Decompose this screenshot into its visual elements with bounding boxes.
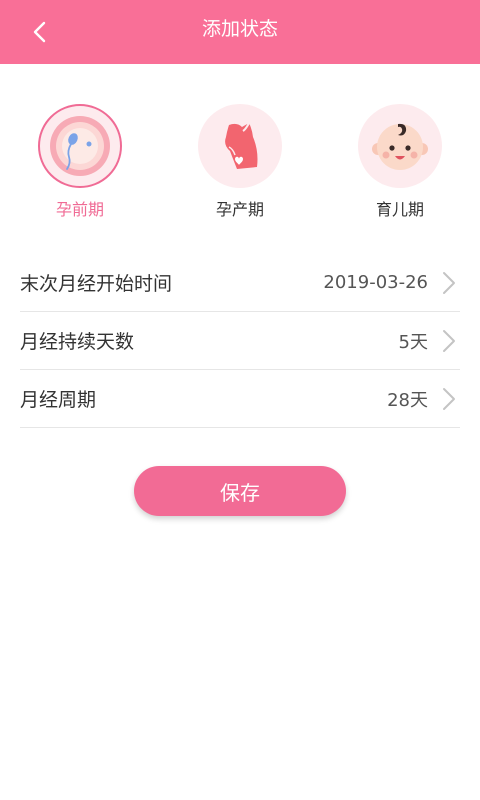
stage-circle (358, 104, 442, 188)
row-label: 月经周期 (20, 389, 97, 411)
row-label: 末次月经开始时间 (20, 273, 173, 295)
period-duration-row[interactable]: 月经持续天数 5天 (20, 312, 460, 370)
stage-circle (38, 104, 122, 188)
stage-label: 孕产期 (215, 200, 264, 219)
stage-pre-pregnancy[interactable]: 孕前期 (25, 104, 135, 220)
baby-face-icon (372, 123, 428, 170)
stage-selector: 孕前期 孕产期 育儿期 (0, 64, 480, 254)
stage-label: 育儿期 (375, 200, 424, 219)
chevron-right-icon (443, 272, 455, 294)
last-period-start-row[interactable]: 末次月经开始时间 2019-03-26 (20, 254, 460, 312)
save-button[interactable]: 保存 (134, 466, 346, 516)
egg-sperm-icon (50, 116, 110, 176)
chevron-left-icon (33, 21, 46, 43)
back-button[interactable] (22, 14, 58, 50)
chevron-right-icon (443, 388, 455, 410)
row-label: 月经持续天数 (20, 331, 135, 353)
page-title: 添加状态 (201, 18, 278, 40)
pregnant-belly-icon (225, 122, 258, 169)
stage-label: 孕前期 (55, 200, 104, 219)
stage-parenting[interactable]: 育儿期 (345, 104, 455, 220)
app-header: 添加状态 (0, 0, 480, 64)
row-value: 5天 (398, 331, 428, 353)
cycle-length-row[interactable]: 月经周期 28天 (20, 370, 460, 428)
row-value: 28天 (387, 389, 428, 411)
stage-pregnancy[interactable]: 孕产期 (185, 104, 295, 220)
row-value: 2019-03-26 (323, 272, 428, 293)
chevron-right-icon (443, 330, 455, 352)
save-area: 保存 (0, 466, 480, 516)
cycle-form: 末次月经开始时间 2019-03-26 月经持续天数 5天 月经周期 28天 (20, 254, 460, 428)
stage-circle (198, 104, 282, 188)
